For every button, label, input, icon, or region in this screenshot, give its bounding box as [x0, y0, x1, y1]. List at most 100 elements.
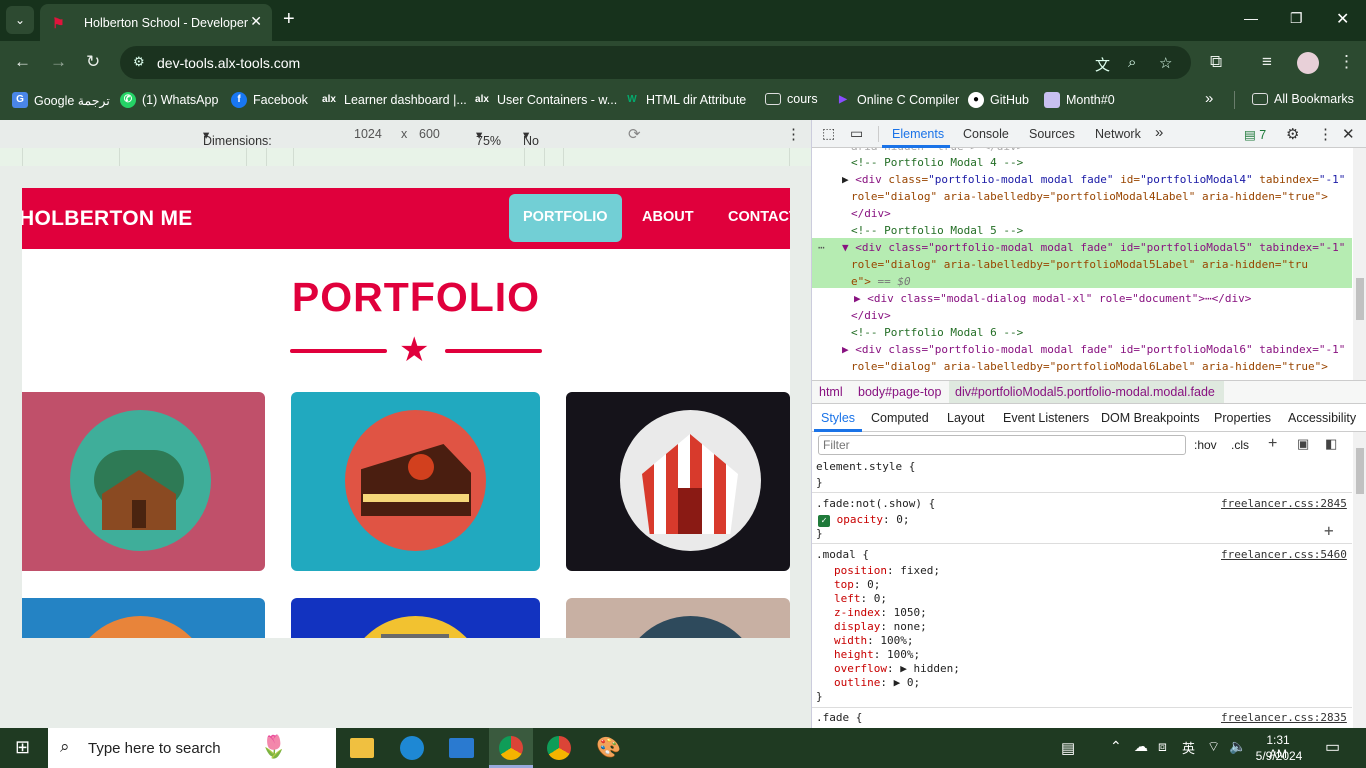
hov-toggle[interactable]: :hov	[1194, 438, 1217, 452]
portfolio-card-cabin[interactable]	[22, 392, 265, 571]
browser-tab[interactable]: ⚑ Holberton School - Developer t ✕	[40, 4, 272, 41]
onedrive-icon[interactable]: ☁	[1134, 738, 1148, 755]
address-bar[interactable]: ⚙ dev-tools.alx-tools.com 文 ⌕ ☆	[120, 46, 1191, 79]
declaration[interactable]: z-index: 1050;	[834, 606, 927, 620]
tab-network[interactable]: Network	[1095, 127, 1141, 141]
zoom-icon[interactable]: ⌕	[1128, 54, 1136, 71]
checkbox-checked-icon[interactable]: ✓	[818, 515, 830, 527]
devtools-menu-icon[interactable]: ⋮	[1318, 125, 1333, 143]
ime-icon[interactable]: 英	[1182, 738, 1195, 757]
scrollbar-thumb[interactable]	[1356, 448, 1364, 494]
meet-icon[interactable]: ⧈	[1158, 738, 1167, 755]
settings-gear-icon[interactable]: ⚙	[1286, 125, 1299, 143]
tab-styles[interactable]: Styles	[821, 411, 855, 425]
styles-filter-input[interactable]	[818, 435, 1186, 455]
back-icon[interactable]: ←	[14, 53, 31, 71]
paint-app-icon[interactable]: 🎨	[596, 735, 621, 760]
close-tab-icon[interactable]: ✕	[250, 13, 262, 30]
windows-start-icon[interactable]: ⊞	[15, 737, 30, 758]
close-window-icon[interactable]: ✕	[1336, 9, 1349, 29]
crumb-body[interactable]: body#page-top	[858, 385, 941, 399]
opacity-declaration[interactable]: ✓ opacity: 0;	[818, 513, 909, 527]
more-tabs-chevron[interactable]: »	[1155, 124, 1163, 141]
volume-icon[interactable]: 🔈	[1229, 738, 1246, 755]
new-rule-icon[interactable]: +	[1268, 435, 1277, 453]
nav-link-about[interactable]: ABOUT	[642, 209, 694, 225]
close-devtools-icon[interactable]: ✕	[1342, 125, 1355, 143]
rule-selector[interactable]: element.style {	[816, 460, 915, 474]
dom-node-modal-dialog[interactable]: ▶ <div class="modal-dialog modal-xl" rol…	[854, 290, 1251, 307]
nav-link-contact[interactable]: CONTACT	[728, 209, 790, 225]
dom-node-modal5[interactable]: ▼ <div class="portfolio-modal modal fade…	[842, 239, 1345, 256]
minimize-icon[interactable]: —	[1244, 10, 1258, 26]
tab-sources[interactable]: Sources	[1029, 127, 1075, 141]
declaration[interactable]: top: 0;	[834, 578, 880, 592]
declaration[interactable]: display: none;	[834, 620, 927, 634]
bookmarks-overflow-chevron[interactable]: »	[1205, 90, 1213, 107]
portfolio-card-safe[interactable]	[291, 598, 540, 638]
chrome-icon[interactable]	[547, 736, 571, 760]
bookmark-item[interactable]: alx Learner dashboard |...	[320, 92, 467, 108]
restore-icon[interactable]: ❐	[1290, 10, 1303, 27]
tab-dom-breakpoints[interactable]: DOM Breakpoints	[1101, 411, 1200, 425]
portfolio-card-game[interactable]	[22, 598, 265, 638]
device-menu-icon[interactable]: ⋮	[786, 125, 801, 143]
tab-console[interactable]: Console	[963, 127, 1009, 141]
extensions-icon[interactable]: ⧉	[1210, 53, 1222, 71]
rule-source-link[interactable]: freelancer.css:2845	[1221, 497, 1347, 511]
dimensions-select[interactable]: Dimensions: Nest Hub ▾	[203, 127, 272, 162]
add-declaration-icon[interactable]: +	[1324, 523, 1334, 539]
rotate-icon[interactable]: ⟳	[628, 125, 641, 143]
device-toggle-icon[interactable]: ▭	[850, 125, 863, 142]
keyboard-icon[interactable]: ▤	[1061, 739, 1075, 757]
rule-selector[interactable]: .modal {	[816, 548, 869, 562]
wifi-icon[interactable]: ⌔	[1207, 738, 1220, 756]
rule-selector[interactable]: .fade:not(.show) {	[816, 497, 935, 511]
bookmark-item[interactable]: ● GitHub	[968, 92, 1029, 108]
bookmark-item[interactable]: ✆ (1) WhatsApp	[120, 92, 218, 108]
issues-badge[interactable]: ▤ 7	[1244, 127, 1266, 142]
taskbar-search[interactable]: ⌕ Type here to search 🌷	[48, 728, 336, 768]
crumb-selected[interactable]: div#portfolioModal5.portfolio-modal.moda…	[955, 385, 1215, 399]
nav-link-portfolio[interactable]: PORTFOLIO	[523, 209, 608, 225]
declaration[interactable]: outline: ▶ 0;	[834, 676, 920, 690]
tab-properties[interactable]: Properties	[1214, 411, 1271, 425]
node-actions-icon[interactable]: ⋯	[818, 239, 825, 256]
portfolio-card-circus[interactable]	[566, 392, 790, 571]
declaration[interactable]: overflow: ▶ hidden;	[834, 662, 960, 676]
crumb-html[interactable]: html	[819, 385, 843, 399]
rule-selector[interactable]: .fade {	[816, 711, 862, 725]
site-info-icon[interactable]: ⚙	[133, 54, 145, 70]
cls-toggle[interactable]: .cls	[1231, 438, 1249, 452]
declaration[interactable]: width: 100%;	[834, 634, 914, 648]
width-input[interactable]: 1024	[354, 127, 382, 141]
translate-icon[interactable]: 文	[1095, 54, 1110, 75]
notification-icon[interactable]: ▭	[1325, 737, 1340, 757]
paint-icon[interactable]: ▣	[1297, 436, 1309, 452]
declaration[interactable]: height: 100%;	[834, 648, 920, 662]
dom-node-modal6[interactable]: ▶ <div class="portfolio-modal modal fade…	[842, 341, 1345, 358]
zoom-select[interactable]: 75% ▾	[476, 127, 501, 148]
media-control-icon[interactable]: ≡	[1262, 53, 1272, 71]
new-tab-icon[interactable]: +	[283, 8, 295, 30]
menu-kebab-icon[interactable]: ⋮	[1338, 53, 1355, 71]
declaration[interactable]: position: fixed;	[834, 564, 940, 578]
tab-computed[interactable]: Computed	[871, 411, 929, 425]
height-input[interactable]: 600	[419, 127, 440, 141]
tab-search-chevron-icon[interactable]: ⌄	[6, 6, 34, 34]
scrollbar-thumb[interactable]	[1356, 278, 1364, 320]
portfolio-card-submarine[interactable]	[566, 598, 790, 638]
sidebar-toggle-icon[interactable]: ◧	[1325, 436, 1337, 452]
tab-event-listeners[interactable]: Event Listeners	[1003, 411, 1089, 425]
rule-source-link[interactable]: freelancer.css:2835	[1221, 711, 1347, 725]
declaration[interactable]: left: 0;	[834, 592, 887, 606]
portfolio-card-cake[interactable]	[291, 392, 540, 571]
clock-date[interactable]: 5/9/2024	[1254, 749, 1304, 763]
tab-layout[interactable]: Layout	[947, 411, 985, 425]
styles-scrollbar[interactable]	[1353, 432, 1366, 728]
bookmark-item[interactable]: Month#0	[1044, 92, 1115, 108]
bookmark-item[interactable]: G Google ترجمة	[12, 92, 110, 108]
mail-icon[interactable]	[449, 738, 474, 758]
bookmark-item[interactable]: W HTML dir Attribute	[624, 92, 746, 108]
dom-scrollbar[interactable]	[1353, 148, 1366, 380]
